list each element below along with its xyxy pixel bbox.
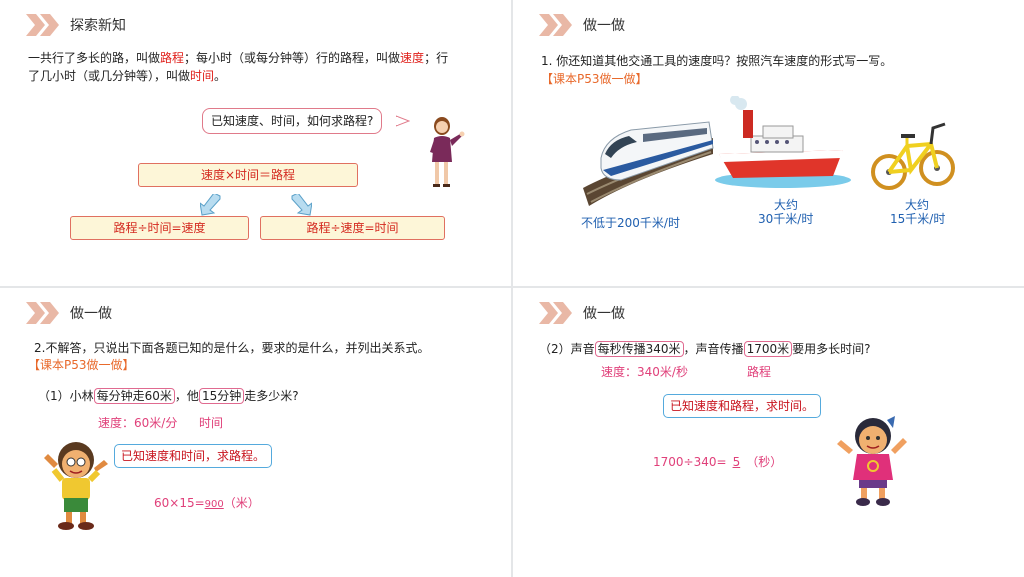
double-chevron-icon — [539, 302, 572, 324]
term-distance: 路程 — [160, 51, 185, 65]
known-speed-highlight: 每分钟走60米 — [93, 388, 175, 404]
panel-practice-2: 做一做 2.不解答，只说出下面各题已知的是什么，要求的是什么，并列出关系式。 【… — [0, 288, 511, 577]
text: ；行 — [424, 51, 449, 65]
text: ；每小时（或每分钟等）行的路程，叫做 — [184, 51, 401, 65]
section-title: 做一做 — [583, 18, 625, 34]
calc-answer: 900 — [204, 499, 224, 510]
ship-illustration — [715, 96, 851, 188]
calc-unit: （米） — [223, 496, 260, 510]
question-bubble: 已知速度、时间，如何求路程? — [202, 108, 383, 134]
calculation: 1700÷340= 5 （秒） — [653, 451, 782, 473]
speed-note: 速度：60米/分 — [98, 416, 178, 430]
known-distance-highlight: 1700米 — [743, 341, 793, 357]
term-time: 时间 — [190, 69, 215, 83]
text: ，声音传播 — [683, 342, 744, 356]
speed-note: 速度：340米/秒 — [601, 365, 688, 379]
text: 。 — [214, 69, 227, 83]
calc-expression: 1700÷340= — [653, 455, 727, 469]
double-chevron-icon — [26, 14, 59, 36]
high-speed-train-illustration — [583, 121, 714, 206]
text: （1）小林 — [38, 389, 94, 403]
text: （2）声音 — [539, 342, 595, 356]
known-time-highlight: 15分钟 — [198, 388, 245, 404]
arrow-down-right-icon — [291, 194, 312, 216]
bike-speed: 15千米/时 — [890, 212, 946, 226]
formula-time: 路程÷速度=时间 — [260, 216, 445, 240]
textbook-reference: 【课本P53做一做】 — [541, 72, 648, 86]
formula-distance: 速度×时间＝路程 — [138, 163, 358, 187]
text: 了几小时（或几分钟等），叫做 — [28, 69, 191, 83]
textbook-reference: 【课本P53做一做】 — [28, 358, 135, 372]
ship-speed: 30千米/时 — [758, 212, 814, 226]
calculation: 60×15=900（米） — [154, 492, 260, 516]
question-text: （2）声音 每秒传播340米 ，声音传播 1700米 要用多长时间? — [539, 338, 870, 360]
bicycle-illustration — [871, 122, 955, 190]
sub-question-1: （1）小林 每分钟走60米 ，他 15分钟 走多少米? — [38, 385, 299, 407]
boy-illustration — [44, 442, 108, 530]
double-chevron-icon — [26, 302, 59, 324]
formula-speed: 路程÷时间=速度 — [70, 216, 249, 240]
distance-note: 路程 — [747, 365, 772, 379]
bubble-tail-icon — [396, 115, 410, 127]
calc-expression: 60×15= — [154, 496, 205, 510]
calc-unit: （秒） — [746, 455, 783, 469]
train-speed: 不低于200千米/时 — [581, 216, 680, 230]
text: ，他 — [174, 389, 199, 403]
text: 要用多长时间? — [792, 342, 871, 356]
calc-answer: 5 — [732, 455, 741, 469]
text: 一共行了多长的路，叫做 — [28, 51, 161, 65]
definition-line-2: 了几小时（或几分钟等），叫做时间。 — [28, 65, 226, 87]
girl-illustration — [837, 416, 907, 506]
hint-bubble: 已知速度和路程，求时间。 — [663, 394, 822, 418]
term-speed: 速度 — [400, 51, 425, 65]
section-title: 做一做 — [70, 306, 112, 322]
double-chevron-icon — [539, 14, 572, 36]
time-note: 时间 — [199, 416, 224, 430]
known-speed-highlight: 每秒传播340米 — [594, 341, 684, 357]
hint-bubble: 已知速度和时间，求路程。 — [114, 444, 273, 468]
text: 走多少米? — [244, 389, 299, 403]
teacher-illustration — [430, 117, 465, 187]
arrow-down-left-icon — [200, 194, 221, 216]
section-title: 探索新知 — [70, 18, 126, 34]
panel-practice-3: 做一做 （2）声音 每秒传播340米 ，声音传播 1700米 要用多长时间? 速度：34… — [513, 288, 1024, 577]
panel-explore: 探索新知 一共行了多长的路，叫做路程；每小时（或每分钟等）行的路程，叫做速度；行… — [0, 0, 511, 286]
section-title: 做一做 — [583, 306, 625, 322]
panel-practice-1: 做一做 1. 你还知道其他交通工具的速度吗？按照汽车速度的形式写一写。 【课本P… — [513, 0, 1024, 286]
